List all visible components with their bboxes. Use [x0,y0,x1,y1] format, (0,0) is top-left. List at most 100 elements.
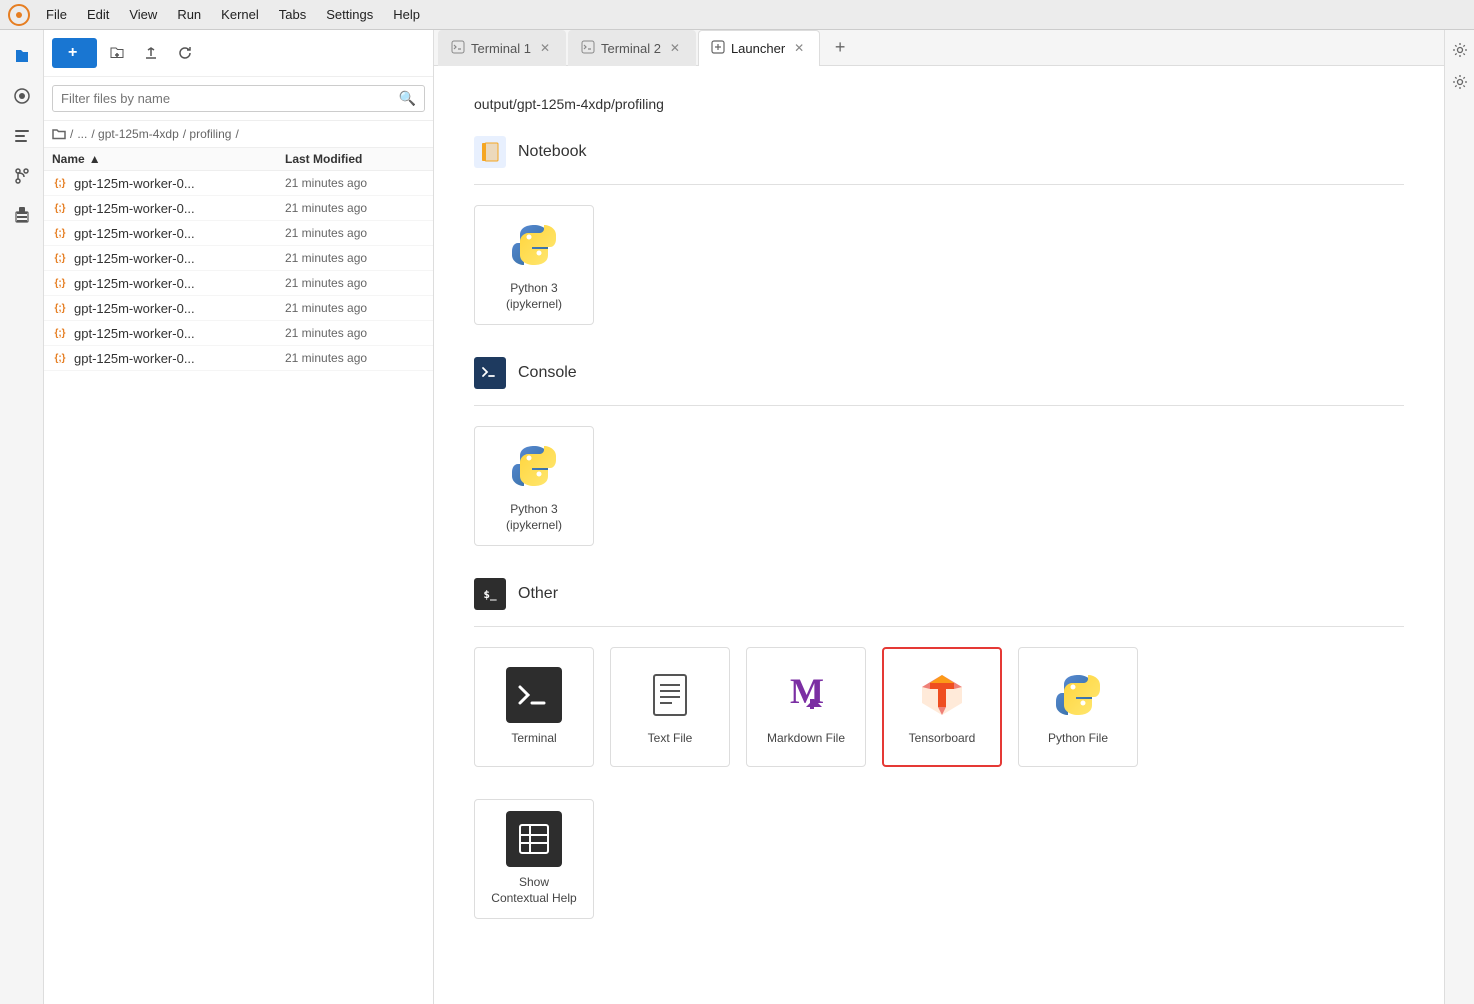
console-section-title: Console [518,364,577,382]
menu-tabs[interactable]: Tabs [271,5,314,24]
file-row[interactable]: {;} gpt-125m-worker-0... 21 minutes ago [44,196,433,221]
breadcrumb-folder1[interactable]: / gpt-125m-4xdp [91,127,178,141]
tab-terminal2[interactable]: Terminal 2 ✕ [568,30,696,66]
folder-icon [52,127,66,141]
tab-add-button[interactable]: + [826,34,854,62]
file-name: gpt-125m-worker-0... [74,176,285,191]
file-icon: {;} [52,325,68,341]
column-modified[interactable]: Last Modified [285,152,425,166]
file-name: gpt-125m-worker-0... [74,326,285,341]
terminal-card[interactable]: Terminal [474,647,594,767]
search-icon: 🔍 [399,90,416,107]
markdown-label: Markdown File [767,731,845,747]
tab-terminal1-label: Terminal 1 [471,41,531,56]
settings-icon[interactable] [1448,38,1472,62]
menu-settings[interactable]: Settings [318,5,381,24]
file-icon: {;} [52,350,68,366]
main-layout: + 🔍 [0,30,1474,1004]
breadcrumb: / ... / gpt-125m-4xdp / profiling / [44,121,433,148]
right-panel [1444,30,1474,1004]
refresh-button[interactable] [171,39,199,67]
file-row[interactable]: {;} gpt-125m-worker-0... 21 minutes ago [44,171,433,196]
other-divider [474,626,1404,627]
tensorboard-card[interactable]: Tensorboard [882,647,1002,767]
file-icon: {;} [52,200,68,216]
textfile-icon [642,667,698,723]
search-input[interactable] [61,91,399,106]
upload-button[interactable] [137,39,165,67]
file-name: gpt-125m-worker-0... [74,276,285,291]
extensions-icon[interactable] [4,198,40,234]
console-cards: Python 3(ipykernel) [474,426,1404,546]
notebook-cards: Python 3(ipykernel) [474,205,1404,325]
file-row[interactable]: {;} gpt-125m-worker-0... 21 minutes ago [44,321,433,346]
other-section-title: Other [518,585,558,603]
other-section-header: $_ Other [474,578,1404,610]
console-python3-card[interactable]: Python 3(ipykernel) [474,426,594,546]
breadcrumb-root[interactable]: / [70,127,73,141]
breadcrumb-ellipsis[interactable]: ... [77,127,87,141]
pythonfile-icon [1050,667,1106,723]
toc-icon[interactable] [4,118,40,154]
tab-launcher-label: Launcher [731,41,785,56]
menu-view[interactable]: View [121,5,165,24]
console-divider [474,405,1404,406]
menu-run[interactable]: Run [169,5,209,24]
icon-rail [0,30,44,1004]
new-folder-button[interactable] [103,39,131,67]
file-name: gpt-125m-worker-0... [74,301,285,316]
terminal2-icon [581,40,595,57]
contextual-help-icon [506,811,562,867]
file-row[interactable]: {;} gpt-125m-worker-0... 21 minutes ago [44,346,433,371]
file-modified: 21 minutes ago [285,176,425,190]
tab-terminal1-close[interactable]: ✕ [537,40,553,56]
tab-launcher[interactable]: Launcher ✕ [698,30,820,66]
launcher-path: output/gpt-125m-4xdp/profiling [474,96,1404,112]
file-modified: 21 minutes ago [285,301,425,315]
terminal-icon [506,667,562,723]
tab-bar: Terminal 1 ✕ Terminal 2 ✕ Launcher ✕ + [434,30,1444,66]
git-icon[interactable] [4,158,40,194]
markdown-card[interactable]: M Markdown File [746,647,866,767]
file-modified: 21 minutes ago [285,276,425,290]
tab-terminal2-close[interactable]: ✕ [667,40,683,56]
file-row[interactable]: {;} gpt-125m-worker-0... 21 minutes ago [44,296,433,321]
search-box: 🔍 [52,85,425,112]
file-modified: 21 minutes ago [285,351,425,365]
console-section-icon [474,357,506,389]
pythonfile-card[interactable]: Python File [1018,647,1138,767]
textfile-label: Text File [648,731,693,747]
file-name: gpt-125m-worker-0... [74,226,285,241]
file-modified: 21 minutes ago [285,326,425,340]
terminal1-icon [451,40,465,57]
textfile-card[interactable]: Text File [610,647,730,767]
column-name[interactable]: Name ▲ [52,152,285,166]
new-button[interactable]: + [52,38,97,68]
menu-edit[interactable]: Edit [79,5,117,24]
python3-notebook-icon [506,217,562,273]
launcher-tab-icon [711,40,725,57]
tab-launcher-close[interactable]: ✕ [791,40,807,56]
file-name: gpt-125m-worker-0... [74,351,285,366]
contextual-help-card[interactable]: ShowContextual Help [474,799,594,919]
menu-kernel[interactable]: Kernel [213,5,267,24]
launcher-content: output/gpt-125m-4xdp/profiling Notebook [434,66,1444,1004]
menu-help[interactable]: Help [385,5,428,24]
file-row[interactable]: {;} gpt-125m-worker-0... 21 minutes ago [44,221,433,246]
menu-bar: File Edit View Run Kernel Tabs Settings … [0,0,1474,30]
notebook-python3-card[interactable]: Python 3(ipykernel) [474,205,594,325]
file-list: {;} gpt-125m-worker-0... 21 minutes ago … [44,171,433,1004]
file-row[interactable]: {;} gpt-125m-worker-0... 21 minutes ago [44,271,433,296]
right-settings2-icon[interactable] [1448,70,1472,94]
file-row[interactable]: {;} gpt-125m-worker-0... 21 minutes ago [44,246,433,271]
files-icon[interactable] [4,38,40,74]
tensorboard-label: Tensorboard [909,731,976,747]
menu-file[interactable]: File [38,5,75,24]
tab-terminal2-label: Terminal 2 [601,41,661,56]
breadcrumb-folder2[interactable]: / profiling [183,127,232,141]
terminal-label: Terminal [511,731,556,747]
pythonfile-label: Python File [1048,731,1108,747]
tab-terminal1[interactable]: Terminal 1 ✕ [438,30,566,66]
running-icon[interactable] [4,78,40,114]
tensorboard-icon [914,667,970,723]
